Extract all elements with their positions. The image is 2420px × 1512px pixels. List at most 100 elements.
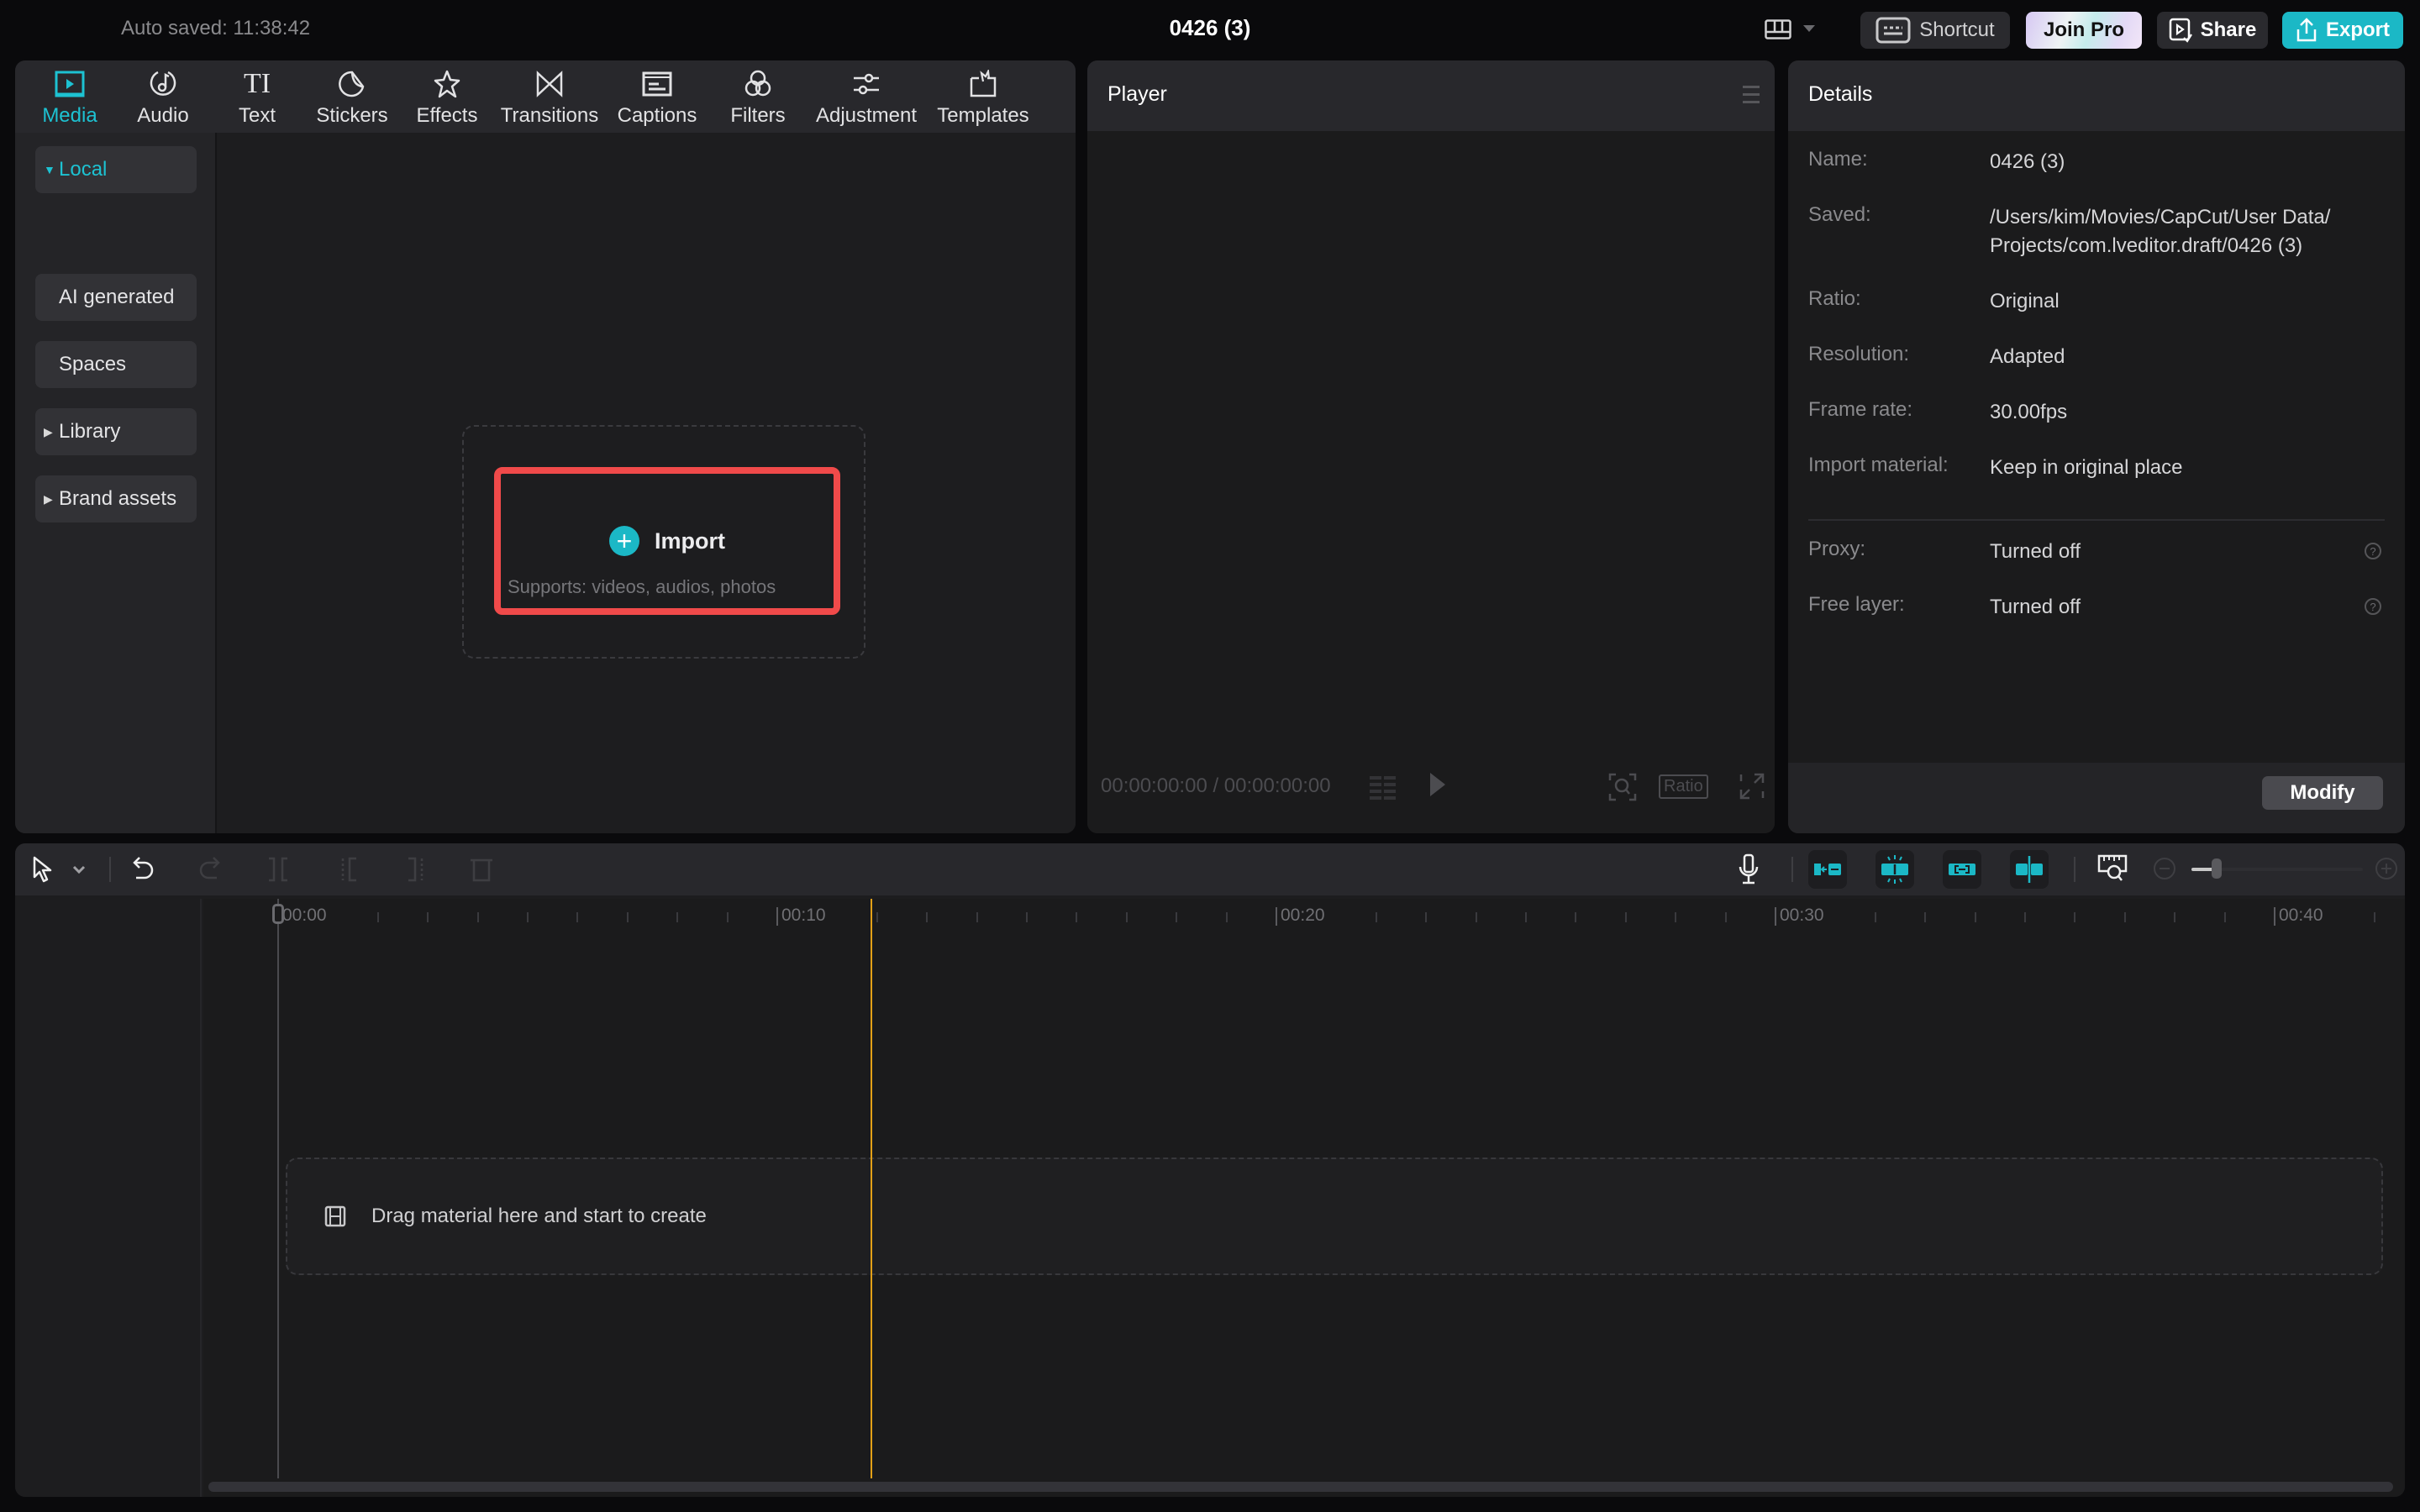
chevron-down-icon[interactable] — [72, 865, 86, 875]
details-header: Details — [1788, 60, 2405, 131]
tab-effects[interactable]: Effects — [400, 60, 494, 133]
transitions-icon — [536, 71, 563, 97]
track-drop-zone[interactable]: Drag material here and start to create — [286, 1158, 2383, 1275]
stickers-icon — [339, 71, 365, 97]
tab-text[interactable]: TI Text — [210, 60, 304, 133]
ruler-minor-tick — [1575, 912, 1577, 922]
tab-templates[interactable]: Templates — [926, 60, 1040, 133]
import-button[interactable]: + Import Supports: videos, audios, photo… — [494, 467, 840, 615]
sidebar-item-brand-assets[interactable]: ▶ Brand assets — [35, 475, 197, 522]
film-icon — [324, 1205, 346, 1227]
slider-thumb[interactable] — [2212, 858, 2223, 879]
select-cursor-icon[interactable] — [32, 855, 55, 884]
details-panel: Details Name: 0426 (3) Saved: /Users/kim… — [1788, 60, 2405, 833]
export-label: Export — [2325, 18, 2390, 41]
zoom-fit-icon[interactable] — [1608, 773, 1637, 801]
detail-label: Free layer: — [1808, 593, 1905, 616]
playhead[interactable] — [871, 899, 872, 1478]
redo-icon[interactable] — [197, 855, 222, 884]
audio-icon — [150, 71, 176, 96]
delete-icon[interactable] — [469, 855, 494, 884]
timeline-area[interactable]: 00:00 00:10 00:20 00:30 00:40 Drag material … — [203, 899, 2405, 1497]
upload-icon — [2296, 18, 2317, 42]
join-pro-label: Join Pro — [2043, 18, 2124, 41]
detail-label: Saved: — [1808, 203, 1871, 226]
drop-hint: Drag material here and start to create — [371, 1205, 707, 1227]
caret-down-icon: ▼ — [44, 163, 55, 176]
preview-axis-button[interactable] — [2010, 850, 2049, 889]
menu-icon[interactable] — [1743, 86, 1760, 104]
detail-row-frame-rate: Frame rate: 30.00fps — [1808, 398, 2385, 427]
ruler-major-tick — [776, 907, 778, 926]
ruler-minor-tick — [1874, 912, 1876, 922]
timeline-zoom-slider[interactable] — [2191, 858, 2363, 879]
undo-icon[interactable] — [131, 855, 156, 884]
help-icon[interactable]: ? — [2365, 543, 2381, 559]
tab-filters[interactable]: Filters — [709, 60, 807, 133]
tab-label: Adjustment — [815, 104, 918, 127]
join-pro-button[interactable]: Join Pro — [2026, 12, 2142, 49]
top-bar: Auto saved: 11:38:42 0426 (3) Shortcut J… — [0, 0, 2420, 59]
horizontal-scrollbar[interactable] — [208, 1482, 2393, 1492]
tab-stickers[interactable]: Stickers — [304, 60, 400, 133]
main-track-magnet-button[interactable] — [1808, 850, 1847, 889]
shortcut-button[interactable]: Shortcut — [1860, 12, 2010, 49]
ruler-minor-tick — [1375, 912, 1377, 922]
fullscreen-icon[interactable] — [1739, 773, 1765, 800]
ratio-button[interactable]: Ratio — [1659, 774, 1708, 799]
linkage-button[interactable] — [1943, 850, 1981, 889]
detail-row-proxy: Proxy: Turned off — [1808, 538, 2385, 566]
ruler-minor-tick — [2123, 912, 2126, 922]
sidebar-item-label: Spaces — [59, 353, 127, 375]
detail-row-saved: Saved: /Users/kim/Movies/CapCut/User Dat… — [1808, 203, 2376, 260]
tab-label: Text — [238, 104, 276, 127]
tab-audio[interactable]: Audio — [116, 60, 210, 133]
split-icon[interactable] — [266, 855, 291, 884]
ruler-minor-tick — [1675, 912, 1677, 922]
tab-media[interactable]: Media — [24, 60, 116, 133]
share-button[interactable]: Share — [2157, 12, 2268, 49]
detail-value: 0426 (3) — [1990, 150, 2065, 173]
auto-snap-button[interactable] — [1876, 850, 1914, 889]
zoom-in-icon[interactable] — [2375, 857, 2398, 880]
ruler-minor-tick — [1125, 912, 1128, 922]
track-header-column — [15, 899, 202, 1497]
captions-icon — [642, 71, 672, 97]
ruler-minor-tick — [726, 912, 729, 922]
grid-icon[interactable] — [1370, 774, 1397, 801]
divider — [2074, 857, 2075, 882]
zoom-to-fit-icon[interactable] — [2097, 853, 2128, 882]
microphone-icon[interactable] — [1738, 853, 1760, 885]
divider — [109, 857, 111, 882]
ruler-label: 00:40 — [2279, 906, 2323, 925]
detail-value: /Users/kim/Movies/CapCut/User Data/ Proj… — [1990, 206, 2331, 257]
start-marker-handle[interactable] — [272, 904, 284, 924]
sidebar-item-spaces[interactable]: Spaces — [35, 341, 197, 388]
tab-adjustment[interactable]: Adjustment — [807, 60, 926, 133]
sidebar-item-library[interactable]: ▶ Library — [35, 408, 197, 455]
tab-captions[interactable]: Captions — [605, 60, 709, 133]
tab-transitions[interactable]: Transitions — [494, 60, 605, 133]
sidebar-item-ai-generated[interactable]: AI generated — [35, 274, 197, 321]
shortcut-label: Shortcut — [1919, 18, 1995, 41]
trim-left-icon[interactable] — [336, 855, 361, 884]
help-icon[interactable]: ? — [2365, 598, 2381, 615]
detail-value: 30.00fps — [1990, 401, 2068, 423]
tab-label: Filters — [730, 104, 786, 127]
export-button[interactable]: Export — [2282, 12, 2403, 49]
modify-button[interactable]: Modify — [2262, 776, 2383, 810]
trim-right-icon[interactable] — [403, 855, 429, 884]
play-icon[interactable] — [1430, 773, 1445, 796]
detail-row-ratio: Ratio: Original — [1808, 287, 2385, 316]
tab-label: Captions — [617, 104, 697, 127]
player-header: Player — [1087, 60, 1775, 131]
time-ruler[interactable]: 00:00 00:10 00:20 00:30 00:40 — [203, 899, 2405, 932]
preview-axis-icon — [2016, 856, 2043, 883]
zoom-out-icon[interactable] — [2153, 857, 2176, 880]
sidebar-item-local[interactable]: ▼ Local — [35, 146, 197, 193]
timeline-toolbar — [15, 843, 2405, 895]
layout-button[interactable] — [1765, 15, 1823, 44]
detail-value: Original — [1990, 290, 2060, 312]
ruler-label: 00:20 — [1281, 906, 1325, 925]
detail-row-import-material: Import material: Keep in original place — [1808, 454, 2385, 482]
